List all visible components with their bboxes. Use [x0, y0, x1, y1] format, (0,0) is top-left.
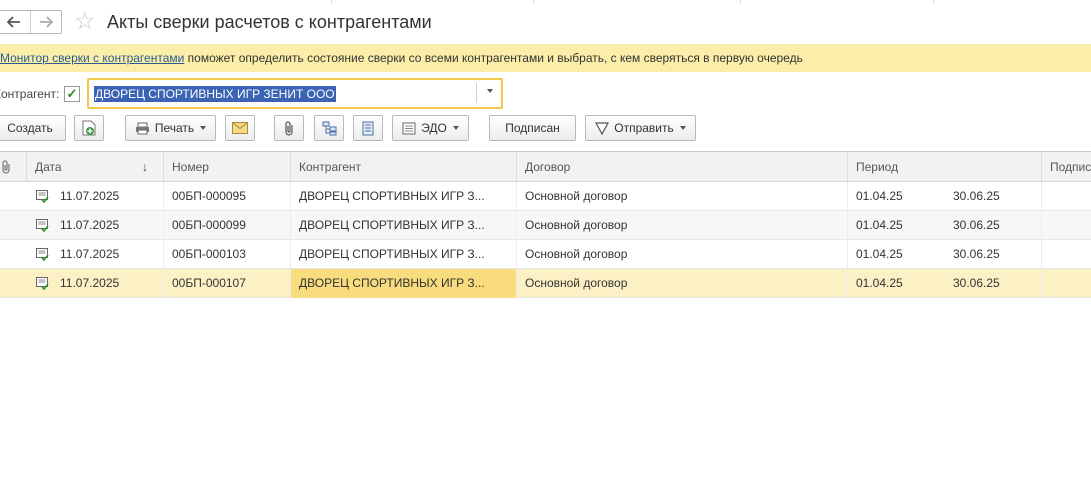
list-icon — [362, 121, 374, 135]
row-period-end: 30.06.25 — [953, 189, 1000, 203]
banner-text: поможет определить состояние сверки со в… — [184, 51, 803, 65]
counterparty-filter-checkbox[interactable]: ✓ — [64, 86, 80, 102]
hierarchy-icon — [322, 121, 336, 135]
title-bar: ☆ Акты сверки расчетов с контрагентами — [0, 0, 1091, 44]
column-divider — [290, 182, 291, 298]
edo-button-label: ЭДО — [421, 121, 447, 135]
attach-file-button[interactable] — [274, 115, 304, 141]
row-period-end: 30.06.25 — [953, 276, 1000, 290]
chevron-down-icon — [679, 126, 686, 130]
column-contract-label: Договор — [525, 160, 571, 174]
column-signature-label: Подпис — [1050, 160, 1091, 174]
toolbar: Создать Печать ЭДО Подписан Отправить — [0, 115, 1091, 141]
column-number-label: Номер — [172, 160, 209, 174]
column-attachment[interactable] — [0, 152, 27, 182]
column-period-label: Период — [856, 160, 899, 174]
arrow-right-icon — [39, 16, 53, 28]
document-check-icon — [36, 277, 49, 290]
row-counterparty: ДВОРЕЦ СПОРТИВНЫХ ИГР З... — [299, 189, 485, 203]
printer-icon — [135, 122, 149, 134]
column-date-label: Дата — [35, 160, 62, 174]
column-divider — [847, 182, 848, 298]
print-button[interactable]: Печать — [125, 115, 216, 141]
column-contract[interactable]: Договор — [517, 152, 848, 182]
row-date: 11.07.2025 — [60, 218, 120, 232]
create-button[interactable]: Создать — [0, 115, 66, 141]
chevron-down-icon[interactable] — [487, 89, 493, 93]
row-contract: Основной договор — [525, 218, 628, 232]
signed-button-label: Подписан — [505, 121, 560, 135]
chevron-down-icon — [200, 126, 207, 130]
combo-separator — [476, 83, 477, 103]
page-title: Акты сверки расчетов с контрагентами — [107, 12, 432, 32]
row-period-start: 01.04.25 — [856, 189, 903, 203]
row-contract: Основной договор — [525, 247, 628, 261]
edo-button[interactable]: ЭДО — [392, 115, 469, 141]
send-email-button[interactable] — [225, 115, 255, 141]
row-counterparty: ДВОРЕЦ СПОРТИВНЫХ ИГР З... — [299, 218, 485, 232]
row-number: 00БП-000107 — [172, 276, 246, 290]
document-check-icon — [36, 248, 49, 261]
favorite-star-icon[interactable]: ☆ — [74, 9, 96, 35]
row-number: 00БП-000099 — [172, 218, 246, 232]
envelope-icon — [232, 122, 248, 134]
structure-button[interactable] — [314, 115, 344, 141]
list-settings-button[interactable] — [353, 115, 383, 141]
create-from-template-button[interactable] — [74, 115, 104, 141]
reconciliation-monitor-link[interactable]: Монитор сверки с контрагентами — [0, 51, 184, 65]
sort-descending-icon[interactable]: ↓ — [142, 152, 148, 182]
row-period-start: 01.04.25 — [856, 218, 903, 232]
row-contract: Основной договор — [525, 189, 628, 203]
create-button-label: Создать — [7, 121, 53, 135]
edo-icon — [402, 122, 416, 134]
row-contract: Основной договор — [525, 276, 628, 290]
column-signature[interactable]: Подпис — [1042, 152, 1091, 182]
row-period-start: 01.04.25 — [856, 247, 903, 261]
column-counterparty[interactable]: Контрагент — [291, 152, 517, 182]
row-counterparty: ДВОРЕЦ СПОРТИВНЫХ ИГР З... — [299, 247, 485, 261]
window-top-edge — [0, 0, 1091, 4]
forward-button[interactable] — [29, 11, 61, 33]
paperclip-icon — [285, 120, 293, 136]
counterparty-filter-label: Контрагент: — [0, 87, 60, 101]
row-number: 00БП-000103 — [172, 247, 246, 261]
row-period-end: 30.06.25 — [953, 247, 1000, 261]
navigation-buttons — [0, 10, 62, 34]
counterparty-select[interactable]: ДВОРЕЦ СПОРТИВНЫХ ИГР ЗЕНИТ ООО — [87, 78, 503, 109]
column-period[interactable]: Период — [848, 152, 1042, 182]
chevron-down-icon — [452, 126, 459, 130]
arrow-left-icon — [7, 16, 21, 28]
table-header: Дата ↓ Номер Контрагент Договор Период П… — [0, 151, 1091, 182]
document-add-icon — [82, 120, 96, 136]
row-date: 11.07.2025 — [60, 276, 120, 290]
signed-button[interactable]: Подписан — [489, 115, 576, 141]
row-date: 11.07.2025 — [60, 247, 120, 261]
row-period-end: 30.06.25 — [953, 218, 1000, 232]
send-button-label: Отправить — [614, 121, 674, 135]
row-date: 11.07.2025 — [60, 189, 120, 203]
row-number: 00БП-000095 — [172, 189, 246, 203]
row-period-start: 01.04.25 — [856, 276, 903, 290]
column-divider — [516, 182, 517, 298]
send-icon — [595, 121, 610, 135]
column-divider — [1041, 182, 1042, 298]
document-check-icon — [36, 190, 49, 203]
column-divider — [163, 182, 164, 298]
column-counterparty-label: Контрагент — [299, 160, 362, 174]
column-number[interactable]: Номер — [164, 152, 291, 182]
back-button[interactable] — [0, 11, 30, 33]
row-counterparty[interactable]: ДВОРЕЦ СПОРТИВНЫХ ИГР З... — [291, 269, 516, 298]
info-banner: Монитор сверки с контрагентами поможет о… — [0, 44, 1091, 72]
counterparty-select-value[interactable]: ДВОРЕЦ СПОРТИВНЫХ ИГР ЗЕНИТ ООО — [94, 86, 336, 102]
document-check-icon — [36, 219, 49, 232]
paperclip-icon — [2, 160, 10, 174]
print-button-label: Печать — [154, 121, 195, 135]
counterparty-filter: Контрагент: ✓ ДВОРЕЦ СПОРТИВНЫХ ИГР ЗЕНИ… — [0, 78, 1091, 110]
send-button[interactable]: Отправить — [585, 115, 696, 141]
